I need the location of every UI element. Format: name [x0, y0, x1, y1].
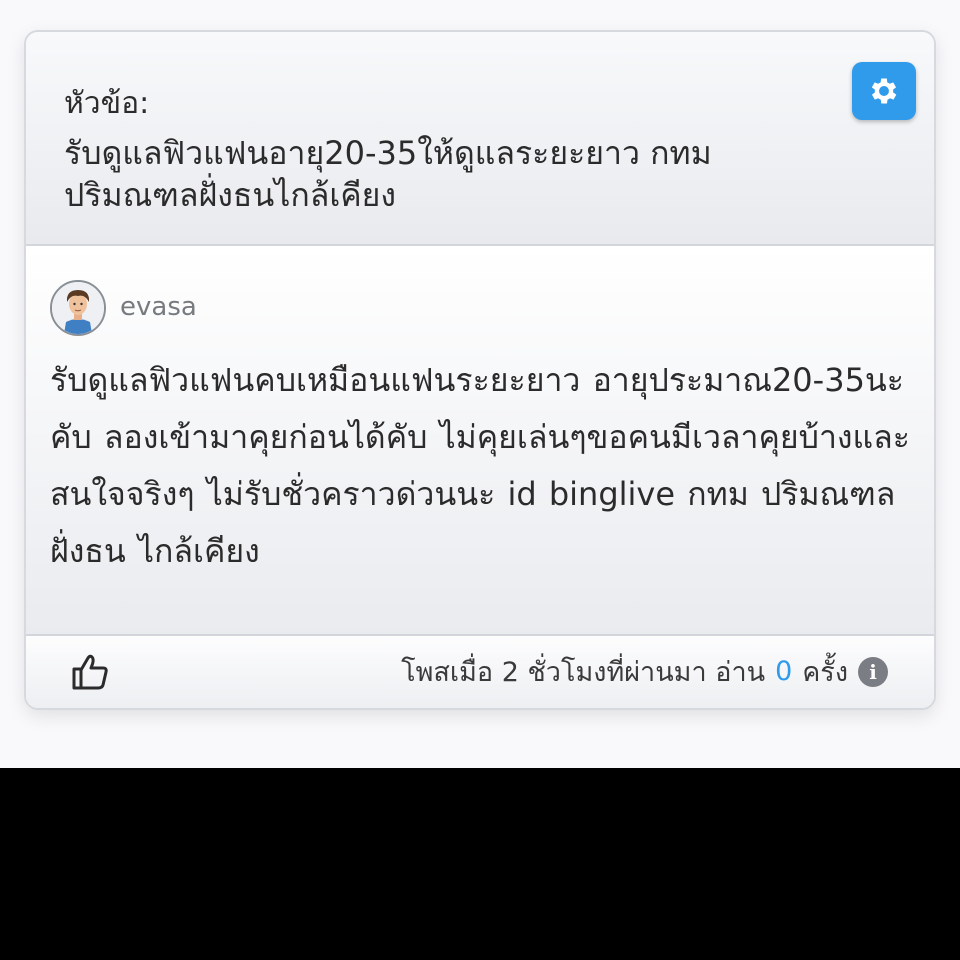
- screen: หัวข้อ: รับดูแลฟิวแฟนอายุ20-35ให้ดูแลระย…: [0, 0, 960, 768]
- post-header: หัวข้อ: รับดูแลฟิวแฟนอายุ20-35ให้ดูแลระย…: [26, 32, 934, 246]
- read-count: 0: [775, 656, 793, 687]
- avatar-icon: [52, 282, 104, 334]
- post-footer: โพสเมื่อ 2 ชั่วโมงที่ผ่านมา อ่าน 0 ครั้ง…: [26, 634, 934, 708]
- user-avatar[interactable]: [50, 280, 106, 336]
- topic-title: รับดูแลฟิวแฟนอายุ20-35ให้ดูแลระยะยาว กทม…: [64, 134, 712, 214]
- topic-label: หัวข้อ:: [64, 86, 150, 121]
- post-body: evasa รับดูแลฟิวแฟนคบเหมือนแฟนระยะยาว อา…: [26, 248, 934, 634]
- thumbs-up-icon: [72, 654, 108, 690]
- like-button[interactable]: [70, 652, 110, 692]
- read-unit: ครั้ง: [802, 657, 848, 688]
- gear-icon: [871, 78, 897, 104]
- settings-button[interactable]: [852, 62, 916, 120]
- post-meta: โพสเมื่อ 2 ชั่วโมงที่ผ่านมา อ่าน 0 ครั้ง…: [401, 650, 888, 693]
- post-content: รับดูแลฟิวแฟนคบเหมือนแฟนระยะยาว อายุประม…: [50, 361, 910, 570]
- post-card: หัวข้อ: รับดูแลฟิวแฟนอายุ20-35ให้ดูแลระย…: [24, 30, 936, 710]
- info-icon[interactable]: i: [858, 656, 888, 687]
- blank-area: [0, 768, 960, 960]
- author-name[interactable]: evasa: [120, 292, 197, 322]
- posted-time: โพสเมื่อ 2 ชั่วโมงที่ผ่านมา อ่าน: [401, 657, 766, 688]
